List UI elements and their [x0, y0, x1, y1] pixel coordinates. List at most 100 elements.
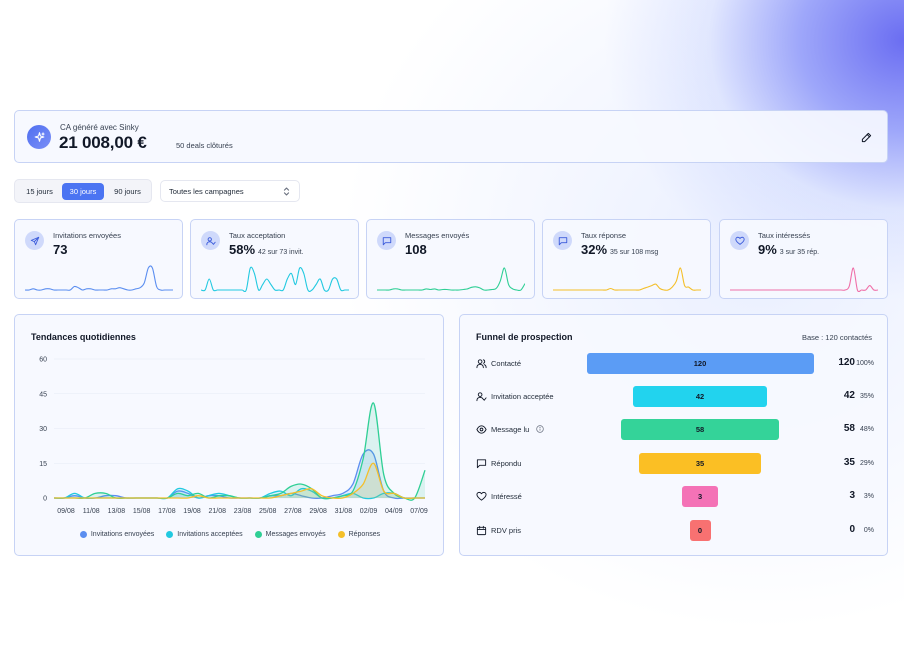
users-icon: [476, 359, 487, 369]
legend-swatch: [79, 531, 87, 538]
funnel-row-invitation-accepted: Invitation acceptée 42 42 35%: [460, 386, 889, 408]
message-icon: [476, 459, 487, 469]
campaign-select[interactable]: Toutes les campagnes: [160, 180, 300, 202]
kpi-sparkline: [730, 267, 878, 292]
legend-label: Messages envoyés: [265, 531, 326, 538]
prospecting-funnel: Funnel de prospection Base : 120 contact…: [459, 314, 888, 556]
info-icon[interactable]: [536, 425, 545, 433]
x-tick-label: 15/08: [133, 508, 151, 515]
kpi-sparkline: [201, 266, 349, 292]
legend-item[interactable]: Messages envoyés: [254, 531, 326, 538]
kpi-value: 73: [53, 242, 70, 257]
funnel-stage-label: Intéressé: [491, 492, 522, 501]
funnel-percent: 0%: [863, 527, 874, 534]
heart-icon: [476, 491, 487, 501]
chevron-updown-icon: [283, 187, 290, 196]
sparkline-path: [377, 267, 525, 292]
user-check-icon: [201, 231, 220, 250]
funnel-row-meeting-booked: RDV pris 0 0 0%: [460, 520, 889, 542]
x-tick-label: 25/08: [259, 508, 277, 515]
sparkline-path: [553, 267, 701, 291]
revenue-banner: CA généré avec Sinky 21 008,00 € 50 deal…: [14, 110, 888, 163]
campaign-select-value: Toutes les campagnes: [169, 186, 244, 196]
send-icon: [25, 231, 44, 250]
funnel-bar: 42: [632, 386, 768, 407]
funnel-row-interested: Intéressé 3 3 3%: [460, 486, 889, 508]
funnel-stage-label: RDV pris: [491, 526, 522, 535]
funnel-stage-label-wrap: Message lu: [491, 425, 545, 434]
x-tick-label: 17/08: [158, 508, 176, 515]
kpi-invitations-sent: Invitations envoyées 73: [14, 219, 183, 299]
trend-chart-plot: 0 15 30 45 60 09/08 11/08 13/08 15/08 17/08 19/08 2…: [39, 357, 428, 516]
x-tick-label: 23/08: [234, 508, 252, 515]
chart-legend: Invitations envoyées Invitations accepté…: [15, 531, 445, 538]
message-icon: [377, 231, 396, 250]
legend-swatch: [337, 531, 345, 538]
x-tick-label: 11/08: [83, 508, 100, 515]
legend-label: Réponses: [348, 531, 381, 538]
legend-item[interactable]: Réponses: [337, 531, 381, 538]
pencil-icon[interactable]: [859, 130, 873, 144]
period-90-days-button[interactable]: 90 jours: [106, 183, 149, 200]
x-tick-label: 31/08: [335, 508, 353, 515]
funnel-count: 120: [838, 357, 855, 368]
funnel-row-contacted: Contacté 120 120 100%: [460, 353, 889, 375]
funnel-stage-label: Invitation acceptée: [491, 392, 554, 401]
x-tick-label: 13/08: [108, 508, 126, 515]
legend-item[interactable]: Invitations envoyées: [79, 531, 155, 538]
period-15-days-button[interactable]: 15 jours: [19, 183, 60, 200]
sparkline-path: [201, 266, 349, 292]
kpi-value-number: 58%: [229, 242, 256, 257]
sparkles-icon: [27, 125, 51, 149]
y-tick-label: 15: [39, 461, 47, 468]
funnel-bar: 35: [638, 453, 762, 474]
funnel-percent: 3%: [863, 493, 874, 500]
kpi-value: 58% 42 sur 73 invit.: [229, 242, 304, 257]
x-tick-label: 07/09: [410, 508, 428, 515]
kpi-sub: 3 sur 35 rép.: [779, 249, 820, 256]
kpi-title: Invitations envoyées: [53, 231, 121, 240]
funnel-percent: 35%: [859, 393, 874, 400]
x-tick-label: 21/08: [209, 508, 227, 515]
funnel-title: Funnel de prospection: [476, 332, 573, 342]
revenue-amount: 21 008,00 €: [59, 133, 147, 152]
y-tick-label: 60: [39, 357, 47, 364]
funnel-row-message-read: Message lu 58 58 48%: [460, 419, 889, 441]
period-30-days-button[interactable]: 30 jours: [62, 183, 104, 200]
funnel-row-replied: Répondu 35 35 29%: [460, 453, 889, 475]
funnel-stage-label: Contacté: [491, 359, 522, 368]
legend-swatch: [166, 531, 174, 538]
kpi-sparkline: [553, 267, 701, 291]
funnel-bar: 120: [586, 353, 814, 374]
legend-item[interactable]: Invitations acceptées: [166, 531, 243, 538]
x-tick-label: 09/08: [57, 508, 75, 515]
kpi-sub: 35 sur 108 msg: [610, 249, 659, 256]
x-tick-label: 27/08: [284, 508, 302, 515]
kpi-title: Messages envoyés: [405, 231, 470, 240]
kpi-value: 32% 35 sur 108 msg: [581, 242, 658, 257]
kpi-sub: 42 sur 73 invit.: [258, 249, 304, 256]
kpi-value-number: 32%: [581, 242, 608, 257]
kpi-value: 108: [405, 242, 430, 257]
sparkline-path: [25, 265, 173, 291]
kpi-sparkline: [25, 265, 173, 291]
funnel-percent: 29%: [859, 460, 874, 467]
revenue-label: CA généré avec Sinky: [60, 123, 139, 132]
y-tick-label: 30: [39, 426, 47, 433]
kpi-value-number: 73: [53, 242, 68, 257]
kpi-title: Taux réponse: [581, 231, 627, 240]
eye-icon: [476, 425, 487, 434]
kpi-acceptance-rate: Taux acceptation 58% 42 sur 73 invit.: [190, 219, 359, 299]
daily-trends-chart: Tendances quotidiennes 0 15 30 45 60 09/08 11/…: [14, 314, 444, 556]
legend-label: Invitations envoyées: [90, 531, 155, 538]
period-selector: 15 jours 30 jours 90 jours: [14, 179, 152, 203]
deals-count: 50 deals clôturés: [176, 141, 233, 150]
funnel-bar: 3: [682, 486, 718, 507]
funnel-percent: 100%: [856, 360, 874, 367]
funnel-base: Base : 120 contactés: [801, 333, 872, 342]
heart-icon: [730, 231, 749, 250]
funnel-bar: 0: [689, 520, 711, 541]
funnel-percent: 48%: [859, 426, 874, 433]
x-tick-label: 29/08: [309, 508, 327, 515]
funnel-stage-label: Message lu: [491, 425, 530, 434]
